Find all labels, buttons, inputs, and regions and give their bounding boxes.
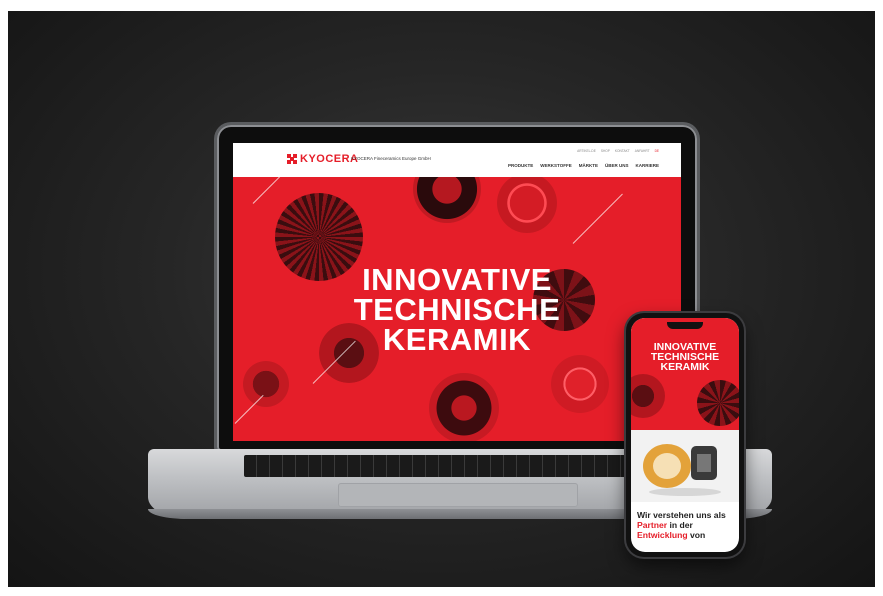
keyboard (244, 455, 674, 477)
util-nav-item[interactable]: ANFAHRT (635, 149, 650, 153)
ceramic-plate-image (429, 373, 499, 441)
ceramic-part-image (631, 374, 665, 418)
phone-intro-text: Wir verstehen uns als Partner in der Ent… (637, 510, 737, 540)
util-nav-item[interactable]: SHOP (601, 149, 610, 153)
laptop-lid: KYOCERA KYOCERA Fineceramics Europe GmbH… (217, 125, 697, 451)
kyocera-logo-icon (287, 154, 297, 164)
laptop-screen: KYOCERA KYOCERA Fineceramics Europe GmbH… (233, 143, 681, 441)
intro-text: von (687, 530, 706, 540)
nav-item-ueber-uns[interactable]: ÜBER UNS (605, 163, 629, 168)
company-name: KYOCERA Fineceramics Europe GmbH (351, 156, 431, 161)
decorative-line (572, 193, 623, 244)
intro-accent: Entwicklung (637, 530, 688, 540)
hero-line: KERAMIK (660, 361, 710, 373)
ceramic-piece-image (243, 361, 289, 407)
hero-line: INNOVATIVE (362, 262, 552, 297)
nav-item-maerkte[interactable]: MÄRKTE (579, 163, 598, 168)
intro-text: in der (667, 520, 693, 530)
main-nav: PRODUKTE WERKSTOFFE MÄRKTE ÜBER UNS KARR… (508, 163, 659, 168)
hero-title: INNOVATIVE TECHNISCHE KERAMIK (233, 262, 681, 357)
ceramic-ring-image (497, 173, 557, 233)
phone-hero-title: INNOVATIVE TECHNISCHE KERAMIK (631, 342, 739, 373)
ceramic-product-illustration (643, 444, 721, 496)
site-header: KYOCERA KYOCERA Fineceramics Europe GmbH… (233, 143, 681, 177)
ceramic-gear-image (697, 380, 739, 426)
mockup-stage: KYOCERA KYOCERA Fineceramics Europe GmbH… (8, 11, 875, 587)
ceramic-washer-image (551, 355, 609, 413)
util-nav-item[interactable]: ARTIKEL-DE (577, 149, 596, 153)
utility-nav: ARTIKEL-DE SHOP KONTAKT ANFAHRT DE (577, 149, 659, 153)
kyocera-logo[interactable]: KYOCERA (287, 153, 359, 165)
product-image (631, 430, 739, 502)
language-switch[interactable]: DE (655, 149, 659, 153)
nav-item-karriere[interactable]: KARRIERE (635, 163, 659, 168)
logo-text: KYOCERA (300, 153, 359, 165)
phone-notch (667, 322, 703, 329)
nav-item-produkte[interactable]: PRODUKTE (508, 163, 533, 168)
hero-line: TECHNISCHE (353, 292, 561, 327)
intro-text: Wir verstehen uns als (637, 510, 726, 520)
trackpad (338, 483, 578, 507)
phone-hero: INNOVATIVE TECHNISCHE KERAMIK (631, 318, 739, 430)
intro-accent: Partner (637, 520, 668, 530)
phone-screen: INNOVATIVE TECHNISCHE KERAMIK Wir verste… (631, 318, 739, 552)
hero-line: KERAMIK (382, 322, 532, 357)
util-nav-item[interactable]: KONTAKT (615, 149, 630, 153)
smartphone: INNOVATIVE TECHNISCHE KERAMIK Wir verste… (626, 313, 744, 557)
nav-item-werkstoffe[interactable]: WERKSTOFFE (540, 163, 571, 168)
